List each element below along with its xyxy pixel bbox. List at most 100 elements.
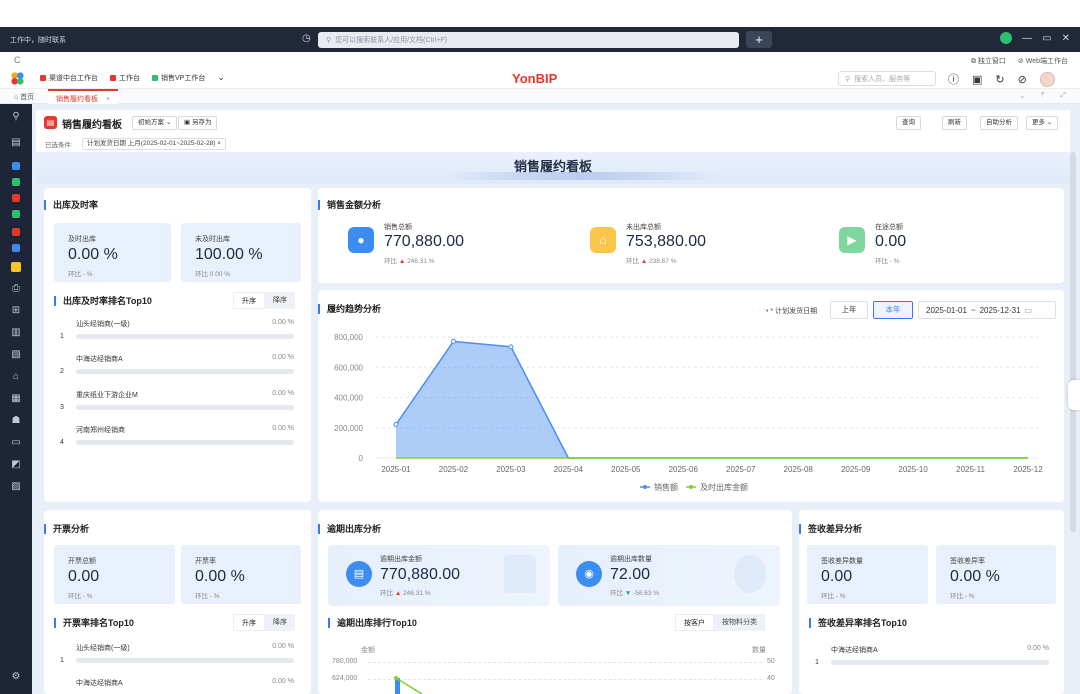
unshipped-total-kpi: ⌂ 未出库总额 753,880.00 环比 ▲ 238.67 % xyxy=(590,222,790,268)
progress-bar xyxy=(76,369,294,374)
y-axis-ticks: 0 200,000 400,000 600,000 800,000 xyxy=(334,333,363,463)
x-tick-label: 2025-01 xyxy=(381,465,411,474)
open-window-link[interactable]: ⧉ 独立窗口 xyxy=(971,56,1006,66)
save-icon: ▣ xyxy=(184,119,191,126)
app-logo-icon[interactable] xyxy=(10,71,25,86)
maximize-button[interactable]: ▭ xyxy=(1042,33,1051,44)
list-item[interactable]: 中海达经销商A 0.00 % xyxy=(60,678,294,692)
kpi-untimely-outbound: 未及时出库 100.00 % 环比 0.00 % xyxy=(181,223,301,282)
chart-icon[interactable]: ◩ xyxy=(9,458,23,472)
folder-icon[interactable]: ▭ xyxy=(9,436,23,450)
sort-desc-button[interactable]: 降序 xyxy=(265,614,295,631)
fullscreen-icon[interactable]: ⤢ xyxy=(1060,92,1066,100)
y-tick-label: 200,000 xyxy=(334,424,363,433)
legend-dot xyxy=(643,485,647,489)
list-item[interactable]: 1 汕头经销商(一级) 0.00 % xyxy=(60,643,294,665)
history-icon[interactable]: ◷ xyxy=(302,33,311,44)
app-icon[interactable] xyxy=(12,210,20,218)
section-title: 逾期出库排行Top10 xyxy=(328,618,417,628)
window-titlebar: 工作中，随时联系 ◷ ⚲ 您可以搜索联系人/应用/文档(Ctrl+F) + — … xyxy=(0,27,1080,52)
scrollbar[interactable] xyxy=(1070,152,1076,532)
message-icon[interactable]: ▣ xyxy=(972,73,982,86)
chevron-down-icon: ⌄ xyxy=(1046,119,1053,126)
home-icon[interactable]: ⌂ xyxy=(9,370,23,384)
list-item[interactable]: 4 河南郑州经销商 0.00 % xyxy=(60,425,294,447)
chevron-down-icon: ⌄ xyxy=(165,119,172,126)
chevron-down-icon[interactable]: ⌄ xyxy=(217,72,225,83)
avatar[interactable] xyxy=(1039,71,1055,87)
user-status[interactable]: 工作中，随时联系 xyxy=(10,35,66,45)
refresh-button[interactable]: 刷新 xyxy=(942,116,967,130)
left-axis-label: 金额 xyxy=(361,647,375,654)
user-search-input[interactable]: ⚲ 搜索人员、服务等 xyxy=(838,71,936,86)
workbench-tab-channel[interactable]: 渠道中台工作台 xyxy=(40,73,98,83)
app-icon[interactable] xyxy=(12,244,20,252)
update-icon[interactable] xyxy=(1000,32,1013,44)
app-icon[interactable] xyxy=(12,194,20,202)
self-analysis-button[interactable]: 自助分析 xyxy=(980,116,1018,130)
settings-icon[interactable]: ⚙ xyxy=(9,670,23,684)
list-item[interactable]: 3 重庆纸业下游企业M 0.00 % xyxy=(60,390,294,412)
sort-asc-button[interactable]: 升序 xyxy=(233,292,265,309)
list-item[interactable]: 2 中海达经销商A 0.00 % xyxy=(60,354,294,376)
kpi-receipt-qty: 签收差异数量 0.00 环比 - % xyxy=(807,545,928,604)
scheme-select[interactable]: 初始方案 ⌄ xyxy=(132,116,178,130)
list-item[interactable]: 1 中海达经销商A 0.00 % xyxy=(815,645,1049,667)
workbench-tab-main[interactable]: 工作台 xyxy=(110,73,140,83)
workbench-tab-sales-vp[interactable]: 销售VP工作台 xyxy=(152,73,205,83)
menu-icon[interactable]: ▤ xyxy=(9,136,23,150)
by-material-button[interactable]: 按物料分类 xyxy=(714,614,765,631)
left-axis-tick: 780,000 xyxy=(332,658,358,665)
progress-bar xyxy=(76,405,294,410)
x-tick-label: 2025-12 xyxy=(1013,465,1043,474)
side-panel-handle[interactable] xyxy=(1068,380,1080,410)
help-icon[interactable]: ⓘ xyxy=(948,71,959,87)
close-tab-icon[interactable]: × xyxy=(106,96,110,103)
new-tab-button[interactable]: + xyxy=(746,31,772,48)
print-icon[interactable]: ⎙ xyxy=(9,282,23,296)
workbench-tabs: 渠道中台工作台 工作台 销售VP工作台 ⌄ xyxy=(40,72,225,83)
query-button[interactable]: 查询 xyxy=(896,116,921,130)
minimize-button[interactable]: — xyxy=(1022,33,1032,44)
last-year-button[interactable]: 上年 xyxy=(830,301,868,319)
by-customer-button[interactable]: 按客户 xyxy=(675,614,714,631)
more-button[interactable]: 更多 ⌄ xyxy=(1026,116,1059,130)
filter-tag[interactable]: 计划发货日期 上月(2025-02-01~2025-02-28) × xyxy=(82,138,227,150)
box-icon[interactable]: ▨ xyxy=(9,480,23,494)
pin-icon[interactable]: ⤒ xyxy=(1041,92,1044,100)
page-header: ▤ 销售履约看板 初始方案 ⌄ ▣ 另存为 查询 刷新 自助分析 更多 ⌄ xyxy=(36,110,1070,135)
progress-bar xyxy=(76,440,294,445)
document-icon[interactable]: ▥ xyxy=(9,326,23,340)
chevron-down-icon[interactable]: ⌄ xyxy=(1019,92,1025,100)
report-icon[interactable]: ▧ xyxy=(9,348,23,362)
close-button[interactable]: ✕ xyxy=(1062,33,1070,44)
app-icon[interactable] xyxy=(11,262,21,272)
calendar-icon[interactable]: ▦ xyxy=(9,392,23,406)
tab-home[interactable]: ⌂ 首页 xyxy=(14,92,34,102)
this-year-button[interactable]: 本年 xyxy=(873,301,913,319)
date-range-picker[interactable]: 2025-01-01 ~2025-12-31 ▭ xyxy=(918,301,1056,319)
global-search-input[interactable]: ⚲ 您可以搜索联系人/应用/文档(Ctrl+F) xyxy=(318,32,739,48)
search-icon: ⚲ xyxy=(326,37,332,44)
app-icon[interactable] xyxy=(12,162,20,170)
grid-icon[interactable]: ⊞ xyxy=(9,304,23,318)
trend-card: 履约趋势分析 • * 计划发货日期 上年 本年 2025-01-01 ~2025-… xyxy=(318,290,1064,502)
close-icon[interactable]: × xyxy=(217,140,221,147)
tab-current[interactable]: 销售履约看板 × xyxy=(48,89,119,104)
workbench-icon xyxy=(40,74,46,81)
sort-asc-button[interactable]: 升序 xyxy=(233,614,265,631)
sort-desc-button[interactable]: 降序 xyxy=(265,292,295,309)
users-icon[interactable]: ☗ xyxy=(9,414,23,428)
settings-icon[interactable]: ⊘ xyxy=(1018,73,1027,86)
app-icon[interactable] xyxy=(12,178,20,186)
chart-legend[interactable]: 销售额 及时出库金额 xyxy=(640,482,748,492)
save-as-button[interactable]: ▣ 另存为 xyxy=(178,116,218,130)
section-title: 签收差异分析 xyxy=(799,524,862,534)
search-icon[interactable]: ⚲ xyxy=(9,110,23,124)
progress-bar xyxy=(76,334,294,339)
refresh-icon[interactable]: ↻ xyxy=(995,73,1004,86)
list-item[interactable]: 1 汕头经销商(一级) 0.00 % xyxy=(60,319,294,341)
reload-icon[interactable]: C xyxy=(14,55,21,65)
web-workbench-link[interactable]: ⊘ Web端工作台 xyxy=(1018,56,1068,66)
app-icon[interactable] xyxy=(12,228,20,236)
